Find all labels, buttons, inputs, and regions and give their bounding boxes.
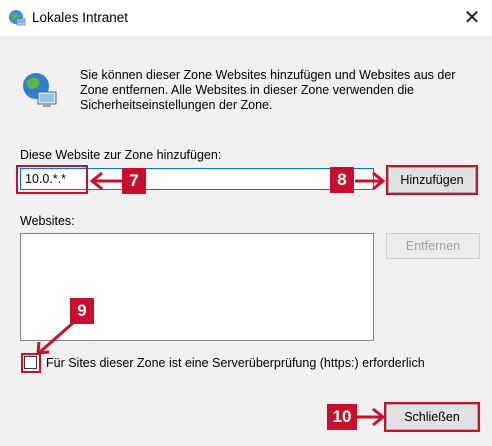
arrow-9-icon — [36, 320, 75, 355]
annotation-badge-8: 8 — [330, 167, 354, 193]
remove-button[interactable]: Entfernen — [386, 233, 480, 259]
zone-description: Sie können dieser Zone Websites hinzufüg… — [80, 68, 456, 112]
arrow-7-icon — [89, 171, 122, 191]
globe-computer-icon — [23, 73, 57, 107]
add-site-label: Diese Website zur Zone hinzufügen: — [20, 148, 222, 162]
title-bar: Lokales Intranet ✕ — [0, 0, 492, 36]
add-button[interactable]: Hinzufügen — [388, 167, 476, 193]
annotation-badge-7: 7 — [122, 168, 146, 194]
annotation-badge-10: 10 — [327, 404, 357, 430]
websites-label: Websites: — [20, 214, 75, 228]
site-url-input[interactable] — [20, 168, 374, 190]
https-checkbox-label: Für Sites dieser Zone ist eine Serverübe… — [46, 356, 425, 370]
window-title: Lokales Intranet — [32, 10, 129, 25]
close-button[interactable]: Schließen — [386, 404, 478, 430]
close-icon[interactable]: ✕ — [452, 0, 492, 36]
https-checkbox[interactable] — [24, 356, 37, 369]
intranet-zone-icon — [9, 10, 26, 26]
arrow-8-icon — [355, 171, 386, 191]
arrow-10-icon — [357, 407, 386, 427]
